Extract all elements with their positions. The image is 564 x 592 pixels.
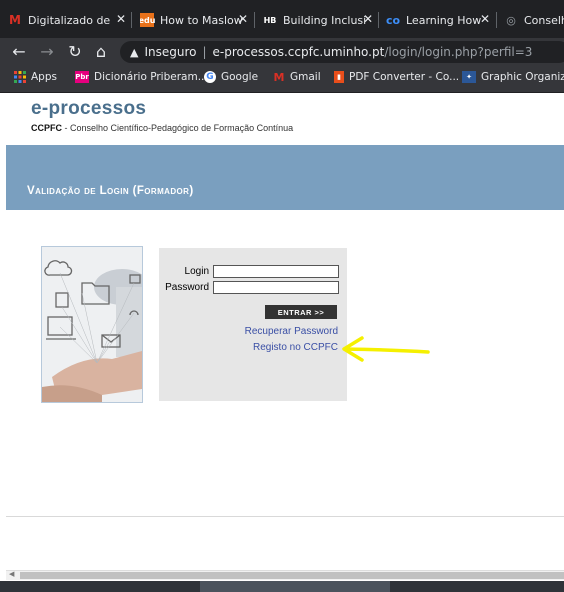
close-icon[interactable]: ✕: [363, 12, 373, 26]
bookmark-pdf-converter[interactable]: ▮ PDF Converter - Co...: [334, 71, 459, 83]
tab-separator: [254, 12, 255, 28]
taskbar: [0, 581, 564, 592]
bookmark-google[interactable]: G Google: [204, 71, 258, 83]
edu-icon: edu: [140, 13, 155, 27]
gmail-icon: M: [273, 70, 285, 84]
scroll-left-icon[interactable]: ◀: [9, 570, 14, 578]
close-icon[interactable]: ✕: [116, 12, 126, 26]
register-link[interactable]: Registo no CCPFC: [253, 342, 338, 353]
tab-conselho[interactable]: ◎ Conselho: [504, 7, 564, 33]
tab-label: Learning How: [406, 13, 482, 27]
tab-label: Building Inclusi: [283, 13, 367, 27]
reload-icon[interactable]: ↻: [66, 42, 84, 61]
login-submit-button[interactable]: ENTRAR >>: [265, 305, 337, 319]
footer-divider: [6, 516, 564, 517]
bookmark-label: Graphic Organizer: [481, 71, 564, 83]
scrollbar-thumb[interactable]: [20, 572, 564, 579]
coursera-icon: co: [386, 13, 401, 27]
site-logo[interactable]: e-processos: [31, 98, 146, 120]
google-icon: G: [204, 71, 216, 83]
subtitle-acronym: CCPFC: [31, 123, 62, 133]
recover-password-link[interactable]: Recuperar Password: [245, 326, 338, 337]
login-illustration: [41, 246, 143, 403]
bookmark-priberam[interactable]: Pbr Dicionário Priberam...: [75, 71, 208, 83]
tab-how-to-maslow[interactable]: edu How to Maslow ✕: [140, 7, 248, 33]
page-content: e-processos CCPFC - Conselho Científico-…: [0, 93, 564, 592]
bookmarks-bar: Apps Pbr Dicionário Priberam... G Google…: [0, 66, 564, 93]
address-bar[interactable]: ▲ Inseguro | e-processos.ccpfc.uminho.pt…: [120, 41, 564, 63]
tab-separator: [496, 12, 497, 28]
tab-separator: [378, 12, 379, 28]
login-panel: Login Password ENTRAR >> Recuperar Passw…: [159, 248, 347, 401]
url-host: e-processos.ccpfc.uminho.pt: [212, 45, 385, 59]
annotation-arrow: [342, 336, 430, 362]
priberam-icon: Pbr: [75, 71, 89, 83]
login-input[interactable]: [213, 265, 339, 278]
bookmark-label: Apps: [31, 71, 57, 83]
browser-tab-strip: M Digitalizado de ✕ edu How to Maslow ✕ …: [0, 0, 564, 38]
password-label: Password: [165, 282, 209, 293]
close-icon[interactable]: ✕: [238, 12, 248, 26]
url-path: /login/login.php?perfil=3: [384, 45, 533, 59]
apps-icon: [14, 71, 26, 83]
tab-building-inclusion[interactable]: HB Building Inclusi ✕: [263, 7, 373, 33]
bookmark-label: Dicionário Priberam...: [94, 71, 208, 83]
bookmark-gmail[interactable]: M Gmail: [273, 70, 321, 84]
taskbar-item[interactable]: [200, 581, 390, 592]
bookmark-label: Google: [221, 71, 259, 83]
pdf-icon: ▮: [334, 71, 344, 83]
tab-learning-how[interactable]: co Learning How ✕: [386, 7, 490, 33]
hb-icon: HB: [263, 15, 277, 25]
graphic-organizer-icon: ✦: [462, 71, 476, 83]
header-banner: [6, 145, 564, 210]
site-subtitle: CCPFC - Conselho Científico-Pedagógico d…: [31, 123, 293, 133]
warning-icon[interactable]: ▲: [130, 46, 138, 59]
address-divider: |: [202, 45, 207, 59]
page-title: Validação de Login (Formador): [27, 185, 194, 197]
login-label: Login: [184, 266, 209, 277]
address-toolbar: ← → ↻ ⌂ ▲ Inseguro | e-processos.ccpfc.u…: [0, 38, 564, 66]
globe-icon: ◎: [506, 13, 516, 27]
close-icon[interactable]: ✕: [480, 12, 490, 26]
tab-separator: [131, 12, 132, 28]
tab-digitalizado[interactable]: M Digitalizado de ✕: [8, 7, 126, 33]
back-icon[interactable]: ←: [10, 42, 28, 61]
bookmark-apps[interactable]: Apps: [14, 71, 57, 83]
forward-icon[interactable]: →: [38, 42, 56, 61]
tab-label: Digitalizado de: [28, 13, 111, 27]
subtitle-text: - Conselho Científico-Pedagógico de Form…: [62, 123, 294, 133]
password-input[interactable]: [213, 281, 339, 294]
gmail-icon: M: [9, 13, 21, 27]
bookmark-graphic-organizer[interactable]: ✦ Graphic Organizer: [462, 71, 564, 83]
tab-label: Conselho: [524, 13, 564, 27]
home-icon[interactable]: ⌂: [92, 42, 110, 61]
security-status[interactable]: Inseguro: [144, 45, 196, 59]
horizontal-scrollbar[interactable]: ◀: [6, 570, 564, 580]
bookmark-label: PDF Converter - Co...: [349, 71, 460, 83]
bookmark-label: Gmail: [290, 71, 321, 83]
tab-label: How to Maslow: [160, 13, 243, 27]
